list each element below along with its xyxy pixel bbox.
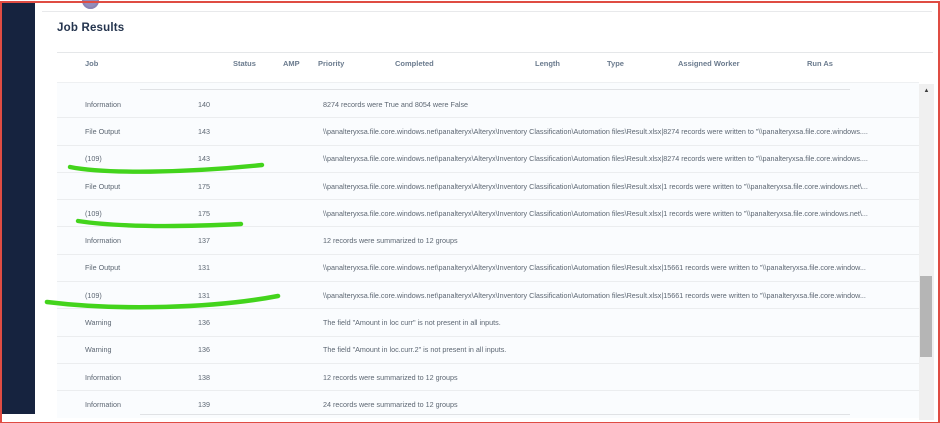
job-type-cell: File Output (85, 181, 121, 191)
job-id-cell: 136 (198, 345, 210, 355)
job-message-cell: The field "Amount in loc.curr.2" is not … (323, 345, 507, 355)
job-id-cell: 137 (198, 236, 210, 246)
table-row[interactable]: Information 138 12 records were summarized… (57, 364, 919, 392)
job-message-cell: \\panalteryxsa.file.core.windows.net\pan… (323, 154, 868, 164)
table-top-rule (57, 52, 933, 53)
job-message-cell: 12 records were summarized to 12 groups (323, 372, 458, 382)
job-id-cell: 143 (198, 126, 210, 136)
column-header-amp[interactable]: AMP (283, 59, 300, 68)
scroll-up-button[interactable]: ▲ (919, 84, 934, 97)
job-message-cell: \\panalteryxsa.file.core.windows.net\pan… (323, 126, 868, 136)
table-row[interactable]: File Output 143 \\panalteryxsa.file.core.w… (57, 118, 919, 146)
table-row[interactable]: Information 137 12 records were summarized… (57, 227, 919, 255)
vertical-scrollbar[interactable]: ▲ (919, 84, 934, 420)
job-results-table: Information 140 8274 records were True and… (57, 82, 919, 418)
job-message-cell: 24 records were summarized to 12 groups (323, 400, 458, 410)
job-message-cell: The field "Amount in loc curr" is not pr… (323, 318, 501, 328)
job-type-cell: (109) (85, 290, 102, 300)
job-id-cell: 140 (198, 99, 210, 109)
table-row[interactable]: Warning 136 The field "Amount in loc curr"… (57, 309, 919, 337)
column-header-status[interactable]: Status (233, 59, 256, 68)
job-message-cell: \\panalteryxsa.file.core.windows.net\pan… (323, 181, 868, 191)
column-header-priority[interactable]: Priority (318, 59, 344, 68)
job-id-cell: 138 (198, 372, 210, 382)
column-header-length[interactable]: Length (535, 59, 560, 68)
job-type-cell: (109) (85, 208, 102, 218)
job-type-cell: (109) (85, 154, 102, 164)
avatar-circle-icon (82, 0, 99, 9)
job-id-cell: 175 (198, 208, 210, 218)
header-divider (42, 11, 932, 12)
job-type-cell: Information (85, 372, 121, 382)
scroll-shadow-top (140, 89, 850, 90)
job-type-cell: Information (85, 400, 121, 410)
table-row[interactable]: File Output 131 \\panalteryxsa.file.core.w… (57, 255, 919, 283)
job-id-cell: 136 (198, 318, 210, 328)
job-id-cell: 143 (198, 154, 210, 164)
job-type-cell: File Output (85, 126, 121, 136)
column-header-job[interactable]: Job (85, 59, 98, 68)
job-type-cell: Information (85, 236, 121, 246)
job-type-cell: Warning (85, 345, 112, 355)
job-id-cell: 175 (198, 181, 210, 191)
job-id-cell: 131 (198, 290, 210, 300)
job-type-cell: Warning (85, 318, 112, 328)
app-sidebar (2, 3, 35, 414)
job-results-page: Job Results Job Status AMP Priority Complete… (0, 0, 940, 423)
job-message-cell: \\panalteryxsa.file.core.windows.net\pan… (323, 263, 866, 273)
table-header-row: Job Status AMP Priority Completed Length Type A… (57, 59, 933, 73)
table-row[interactable]: Information 139 24 records were summarized… (57, 391, 919, 418)
column-header-completed[interactable]: Completed (395, 59, 434, 68)
job-type-cell: File Output (85, 263, 121, 273)
column-header-type[interactable]: Type (607, 59, 624, 68)
job-type-cell: Information (85, 99, 121, 109)
column-header-run-as[interactable]: Run As (807, 59, 833, 68)
job-message-cell: \\panalteryxsa.file.core.windows.net\pan… (323, 208, 868, 218)
table-row-marked[interactable]: (109) 175 \\panalteryxsa.file.core.windows… (57, 200, 919, 228)
job-message-cell: 12 records were summarized to 12 groups (323, 236, 458, 246)
table-row[interactable]: File Output 175 \\panalteryxsa.file.core.w… (57, 173, 919, 201)
job-id-cell: 139 (198, 400, 210, 410)
page-title: Job Results (57, 22, 125, 34)
job-message-cell: \\panalteryxsa.file.core.windows.net\pan… (323, 290, 866, 300)
job-id-cell: 131 (198, 263, 210, 273)
scrollbar-thumb[interactable] (920, 276, 932, 357)
table-row-marked[interactable]: (109) 143 \\panalteryxsa.file.core.windows… (57, 146, 919, 173)
column-header-assigned-worker[interactable]: Assigned Worker (678, 59, 740, 68)
job-message-cell: 8274 records were True and 8054 were Fal… (323, 99, 469, 109)
table-row[interactable]: Warning 136 The field "Amount in loc.curr.… (57, 337, 919, 364)
table-row-marked[interactable]: (109) 131 \\panalteryxsa.file.core.windows… (57, 282, 919, 310)
table-row[interactable]: Information 140 8274 records were True and… (57, 91, 919, 119)
